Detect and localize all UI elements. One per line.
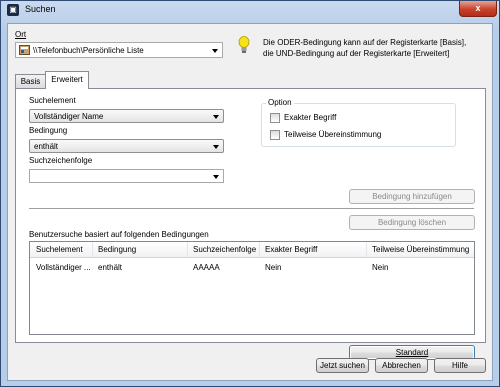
list-header: Suchelement Bedingung Suchzeichenfolge E… (30, 242, 474, 258)
option-group: Option Exakter Begriff Teilweise Überein… (261, 98, 456, 147)
bedingung-select[interactable]: enthält (29, 139, 224, 153)
title-bar[interactable]: ▣ Suchen x (1, 1, 499, 19)
suchzeichenfolge-label: Suchzeichenfolge (29, 156, 93, 165)
option-group-title: Option (266, 98, 294, 107)
tab-erweitert[interactable]: Erweitert (45, 71, 89, 89)
window-title: Suchen (25, 4, 56, 14)
teilweise-label: Teilweise Übereinstimmung (284, 130, 382, 139)
chevron-down-icon (213, 115, 219, 119)
help-button[interactable]: Hilfe (434, 358, 486, 373)
standard-button-label: Standard (395, 348, 429, 357)
location-select[interactable]: \\Telefonbuch\Persönliche Liste (15, 42, 223, 58)
cancel-button[interactable]: Abbrechen (375, 358, 428, 373)
tab-panel-erweitert: Suchelement Vollständiger Name Bedingung… (15, 88, 486, 360)
phonebook-icon (19, 45, 30, 55)
suchelement-label: Suchelement (29, 96, 76, 105)
suchelement-value: Vollständiger Name (34, 112, 104, 121)
column-header-teilweise[interactable]: Teilweise Übereinstimmung (372, 245, 469, 254)
column-divider (187, 242, 188, 257)
column-header-suchelement[interactable]: Suchelement (36, 245, 83, 254)
suchelement-select[interactable]: Vollständiger Name (29, 109, 224, 123)
cell-teilweise: Nein (372, 263, 389, 272)
column-header-bedingung[interactable]: Bedingung (98, 245, 136, 254)
bedingung-label: Bedingung (29, 126, 68, 135)
dialog-client: Ort \\Telefonbuch\Persönliche Liste Die … (7, 23, 493, 381)
conditions-list[interactable]: Suchelement Bedingung Suchzeichenfolge E… (29, 241, 475, 335)
exakter-begriff-label: Exakter Begriff (284, 113, 337, 122)
exakter-begriff-checkbox[interactable] (270, 113, 280, 123)
hint-text-line2: die UND-Bedingung auf der Registerkarte … (263, 49, 450, 58)
search-now-button[interactable]: Jetzt suchen (316, 358, 369, 373)
column-header-exakter-begriff[interactable]: Exakter Begriff (265, 245, 317, 254)
chevron-down-icon (213, 175, 219, 179)
delete-condition-button[interactable]: Bedingung löschen (349, 215, 475, 230)
chevron-down-icon (212, 49, 218, 53)
bedingung-value: enthält (34, 142, 59, 151)
app-icon: ▣ (7, 4, 19, 16)
chevron-down-icon (213, 145, 219, 149)
tab-basis[interactable]: Basis (15, 74, 46, 88)
cell-suchelement: Vollständiger ... (36, 263, 91, 272)
column-divider (366, 242, 367, 257)
cell-bedingung: enthält (98, 263, 123, 272)
column-divider (259, 242, 260, 257)
lightbulb-icon (238, 36, 250, 54)
teilweise-checkbox[interactable] (270, 130, 280, 140)
column-header-suchzeichenfolge[interactable]: Suchzeichenfolge (193, 245, 256, 254)
cell-exakter-begriff: Nein (265, 263, 282, 272)
divider (29, 208, 474, 209)
column-divider (92, 242, 93, 257)
close-button[interactable]: x (459, 1, 497, 17)
location-value: \\Telefonbuch\Persönliche Liste (33, 46, 144, 55)
search-dialog: ▣ Suchen x Ort \\Telefonbuch\Persönliche… (0, 0, 500, 387)
suchzeichenfolge-input[interactable] (29, 169, 224, 183)
location-label: Ort (15, 30, 27, 39)
conditions-caption: Benutzersuche basiert auf folgenden Bedi… (29, 230, 209, 239)
add-condition-button[interactable]: Bedingung hinzufügen (349, 189, 475, 204)
hint-text-line1: Die ODER-Bedingung kann auf der Register… (263, 38, 467, 47)
cell-suchzeichenfolge: AAAAA (193, 263, 220, 272)
